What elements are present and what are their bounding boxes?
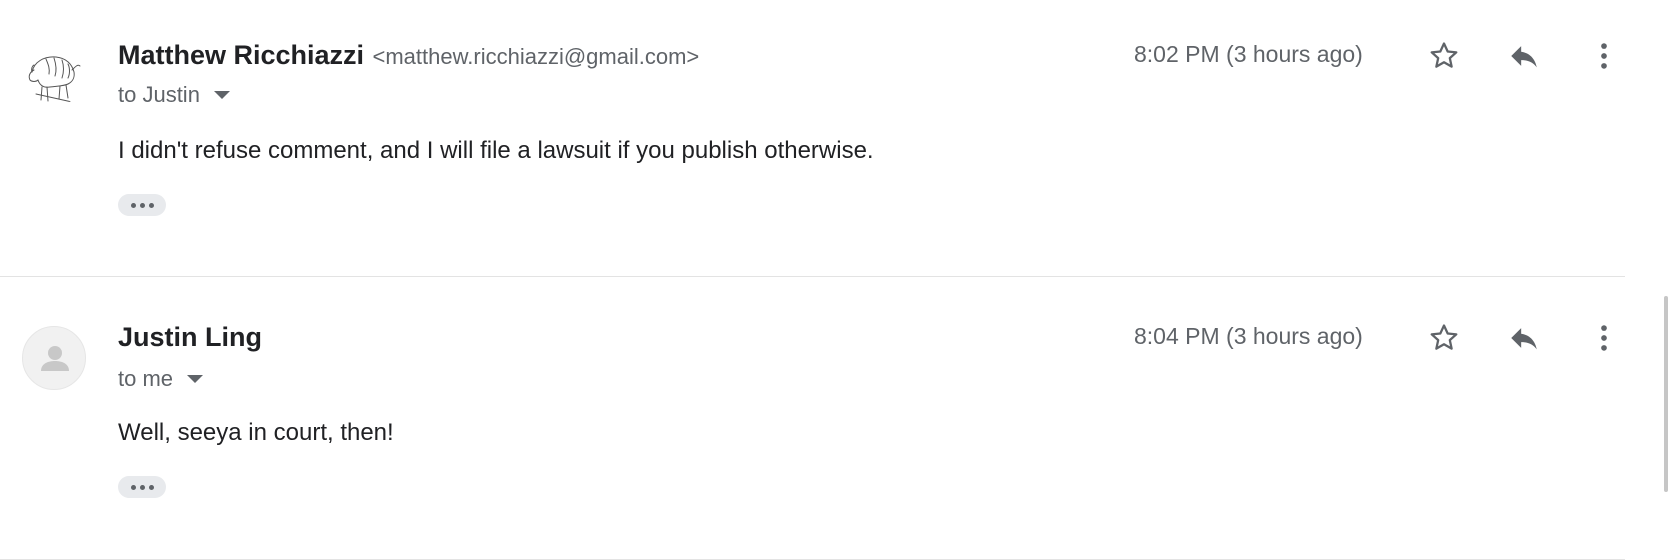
more-vert-icon bbox=[1601, 43, 1607, 69]
scrollbar-thumb[interactable] bbox=[1664, 296, 1668, 492]
star-button[interactable] bbox=[1422, 316, 1466, 360]
sender-email: <matthew.ricchiazzi@gmail.com> bbox=[372, 44, 700, 69]
sender-name[interactable]: Justin Ling bbox=[118, 322, 262, 352]
sender-line: Justin Ling bbox=[118, 322, 262, 353]
sender-avatar[interactable] bbox=[22, 42, 86, 106]
email-thread: Matthew Ricchiazzi <matthew.ricchiazzi@g… bbox=[0, 0, 1670, 560]
dot-icon bbox=[148, 202, 154, 208]
reply-icon bbox=[1511, 46, 1537, 68]
star-button[interactable] bbox=[1422, 34, 1466, 78]
dot-icon bbox=[130, 202, 136, 208]
recipient-line: to Justin bbox=[118, 82, 230, 108]
more-options-button[interactable] bbox=[1582, 316, 1626, 360]
message-timestamp: 8:02 PM (3 hours ago) bbox=[1134, 41, 1363, 67]
reply-button[interactable] bbox=[1502, 316, 1546, 360]
email-message: Matthew Ricchiazzi <matthew.ricchiazzi@g… bbox=[0, 0, 1625, 277]
more-options-button[interactable] bbox=[1582, 34, 1626, 78]
message-timestamp: 8:04 PM (3 hours ago) bbox=[1134, 323, 1363, 349]
bison-sketch-icon bbox=[28, 56, 81, 103]
email-message: Justin Ling to me Well, seeya in court, … bbox=[0, 277, 1625, 560]
dot-icon bbox=[139, 484, 145, 490]
caret-down-icon[interactable] bbox=[213, 91, 230, 99]
default-person-icon bbox=[41, 346, 69, 371]
dot-icon bbox=[139, 202, 145, 208]
reply-icon bbox=[1511, 328, 1537, 350]
star-outline-icon bbox=[1430, 324, 1458, 350]
recipient-text: to Justin bbox=[118, 82, 200, 107]
sender-name[interactable]: Matthew Ricchiazzi bbox=[118, 40, 364, 70]
sender-line: Matthew Ricchiazzi <matthew.ricchiazzi@g… bbox=[118, 40, 699, 71]
dot-icon bbox=[148, 484, 154, 490]
reply-button[interactable] bbox=[1502, 34, 1546, 78]
more-vert-icon bbox=[1601, 325, 1607, 351]
star-outline-icon bbox=[1430, 42, 1458, 68]
sender-avatar[interactable] bbox=[22, 326, 86, 390]
dot-icon bbox=[130, 484, 136, 490]
message-body: Well, seeya in court, then! bbox=[118, 419, 394, 446]
show-trimmed-content-button[interactable] bbox=[118, 194, 166, 216]
recipient-line: to me bbox=[118, 366, 204, 392]
show-trimmed-content-button[interactable] bbox=[118, 476, 166, 498]
message-body: I didn't refuse comment, and I will file… bbox=[118, 137, 874, 164]
caret-down-icon[interactable] bbox=[187, 375, 204, 383]
recipient-text: to me bbox=[118, 366, 174, 391]
